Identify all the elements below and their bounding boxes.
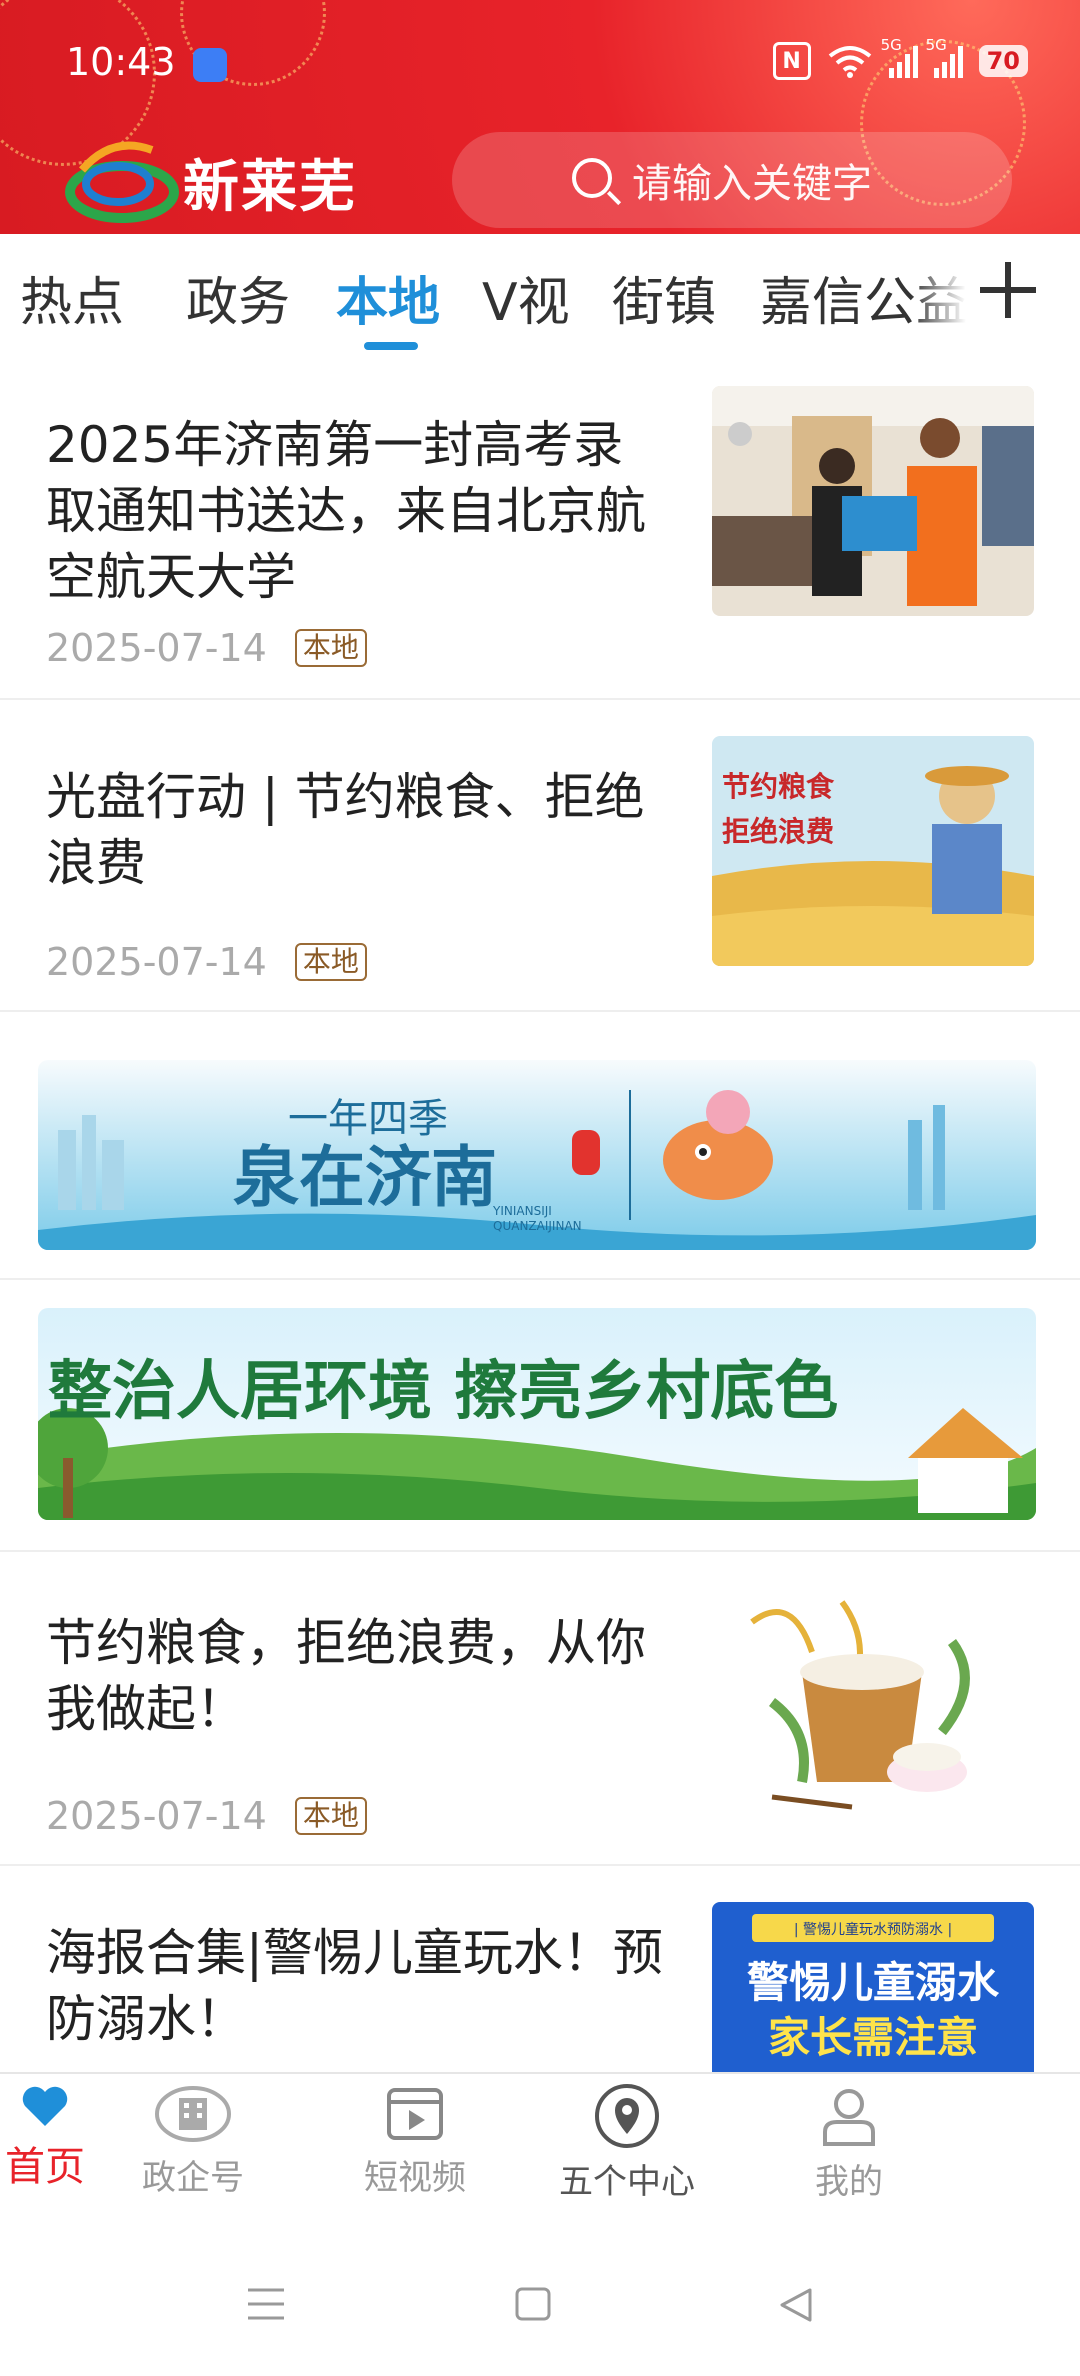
building-icon — [155, 2086, 231, 2142]
poster-subtitle: 家长需注意 — [768, 2013, 978, 2062]
heart-icon — [22, 2086, 68, 2126]
video-icon — [387, 2088, 443, 2140]
search-placeholder: 请输入关键字 — [632, 161, 872, 207]
signal-icon: 5G — [926, 36, 963, 78]
active-tab-indicator — [364, 342, 418, 350]
app-logo-icon — [65, 141, 179, 223]
tab-video[interactable]: V视 — [482, 260, 570, 335]
status-bar: 10:43 N 5G 5G 70 — [0, 0, 1080, 130]
tab-hot[interactable]: 热点 — [20, 260, 124, 335]
nav-gov-enterprise[interactable]: 政企号 — [108, 2084, 278, 2199]
nav-profile[interactable]: 我的 — [764, 2084, 934, 2203]
banner-title: 泉在济南 — [233, 1138, 497, 1216]
tab-fade — [910, 234, 990, 344]
rice-bucket-illustration — [712, 1582, 1034, 1812]
home-square-icon[interactable] — [514, 2286, 552, 2322]
image-text-line2: 拒绝浪费 — [722, 815, 834, 848]
divider — [0, 1278, 1080, 1280]
system-navigation-bar — [0, 2236, 1080, 2376]
news-thumbnail — [712, 386, 1034, 616]
menu-icon[interactable] — [246, 2286, 286, 2322]
news-thumbnail: 节约粮食 拒绝浪费 — [712, 736, 1034, 966]
tab-local[interactable]: 本地 — [336, 260, 440, 335]
wifi-icon — [828, 46, 871, 78]
tab-towns[interactable]: 街镇 — [612, 260, 716, 335]
news-date: 2025-07-14 — [46, 626, 267, 670]
search-bar[interactable]: 请输入关键字 — [452, 132, 1012, 228]
news-tag: 本地 — [294, 1797, 367, 1835]
battery-indicator: 70 — [978, 45, 1028, 77]
news-title: 2025年济南第一封高考录取通知书送达，来自北京航空航天大学 — [46, 416, 646, 606]
banner-slogan: 整治人居环境 擦亮乡村底色 — [48, 1354, 838, 1429]
banner-subtitle: 一年四季 — [288, 1096, 448, 1142]
signal-label: 5G — [880, 36, 902, 54]
signal-label: 5G — [925, 36, 947, 54]
location-pin-icon — [595, 2084, 659, 2148]
news-item[interactable]: 光盘行动 | 节约粮食、拒绝浪费 2025-07-14 本地 节约粮食 拒绝浪费 — [0, 700, 1080, 1012]
save-food-illustration: 节约粮食 拒绝浪费 — [712, 736, 1034, 966]
tab-government[interactable]: 政务 — [186, 260, 290, 335]
news-date: 2025-07-14 — [46, 1794, 267, 1838]
app-brand-name: 新莱芜 — [183, 155, 357, 220]
notification-app-icon — [193, 48, 227, 82]
nav-five-centers[interactable]: 五个中心 — [542, 2084, 712, 2203]
news-thumbnail: | 警惕儿童玩水预防溺水 | 警惕儿童溺水 家长需注意 — [712, 1902, 1034, 2072]
news-meta: 2025-07-14 本地 — [46, 940, 367, 984]
nav-label: 政企号 — [142, 2158, 244, 2198]
news-meta: 2025-07-14 本地 — [46, 1794, 367, 1838]
nav-label: 短视频 — [364, 2158, 466, 2198]
banner-pinyin1: YINIANSIJI — [492, 1204, 552, 1218]
rural-banner-image: 整治人居环境 擦亮乡村底色 — [38, 1308, 1036, 1520]
nav-label: 我的 — [815, 2162, 883, 2202]
poster-title: 警惕儿童溺水 — [747, 1958, 1000, 2007]
news-title: 光盘行动 | 节约粮食、拒绝浪费 — [46, 768, 645, 892]
nav-short-video[interactable]: 短视频 — [330, 2084, 500, 2199]
signal-icon: 5G — [881, 36, 918, 78]
news-tag: 本地 — [294, 629, 367, 667]
poster-header: | 警惕儿童玩水预防溺水 | — [794, 1921, 952, 1938]
news-title: 节约粮食，拒绝浪费，从你我做起！ — [46, 1614, 646, 1738]
search-icon — [572, 158, 612, 198]
news-item[interactable]: 2025年济南第一封高考录取通知书送达，来自北京航空航天大学 2025-07-1… — [0, 364, 1080, 700]
nav-label: 五个中心 — [559, 2162, 695, 2202]
add-tab-icon[interactable] — [980, 262, 1036, 318]
promo-banner-spring[interactable]: 一年四季 泉在济南 YINIANSIJI QUANZAIJINAN — [38, 1060, 1036, 1250]
banner-pinyin2: QUANZAIJINAN — [493, 1219, 582, 1233]
spring-banner-image: 一年四季 泉在济南 YINIANSIJI QUANZAIJINAN — [38, 1060, 1036, 1250]
news-thumbnail — [712, 1582, 1034, 1812]
news-item[interactable]: 节约粮食，拒绝浪费，从你我做起！ 2025-07-14 本地 — [0, 1552, 1080, 1866]
photo-image — [712, 386, 1034, 616]
image-text-line1: 节约粮食 — [722, 770, 835, 803]
bottom-navigation: 首页 政企号 短视频 五个中心 我的 — [0, 2072, 1080, 2238]
nfc-icon: N — [772, 42, 811, 80]
back-icon[interactable] — [776, 2286, 816, 2324]
news-item[interactable]: 海报合集|警惕儿童玩水！预防溺水！ | 警惕儿童玩水预防溺水 | 警惕儿童溺水 … — [0, 1866, 1080, 2072]
news-meta: 2025-07-14 本地 — [46, 626, 367, 670]
poster-image: | 警惕儿童玩水预防溺水 | 警惕儿童溺水 家长需注意 — [712, 1902, 1034, 2072]
person-icon — [823, 2089, 875, 2146]
news-tag: 本地 — [294, 943, 367, 981]
status-icons: N 5G 5G 70 — [772, 36, 1028, 80]
news-title: 海报合集|警惕儿童玩水！预防溺水！ — [46, 1924, 663, 2048]
news-date: 2025-07-14 — [46, 940, 267, 984]
status-time: 10:43 — [66, 40, 176, 84]
promo-banner-rural[interactable]: 整治人居环境 擦亮乡村底色 — [38, 1308, 1036, 1520]
